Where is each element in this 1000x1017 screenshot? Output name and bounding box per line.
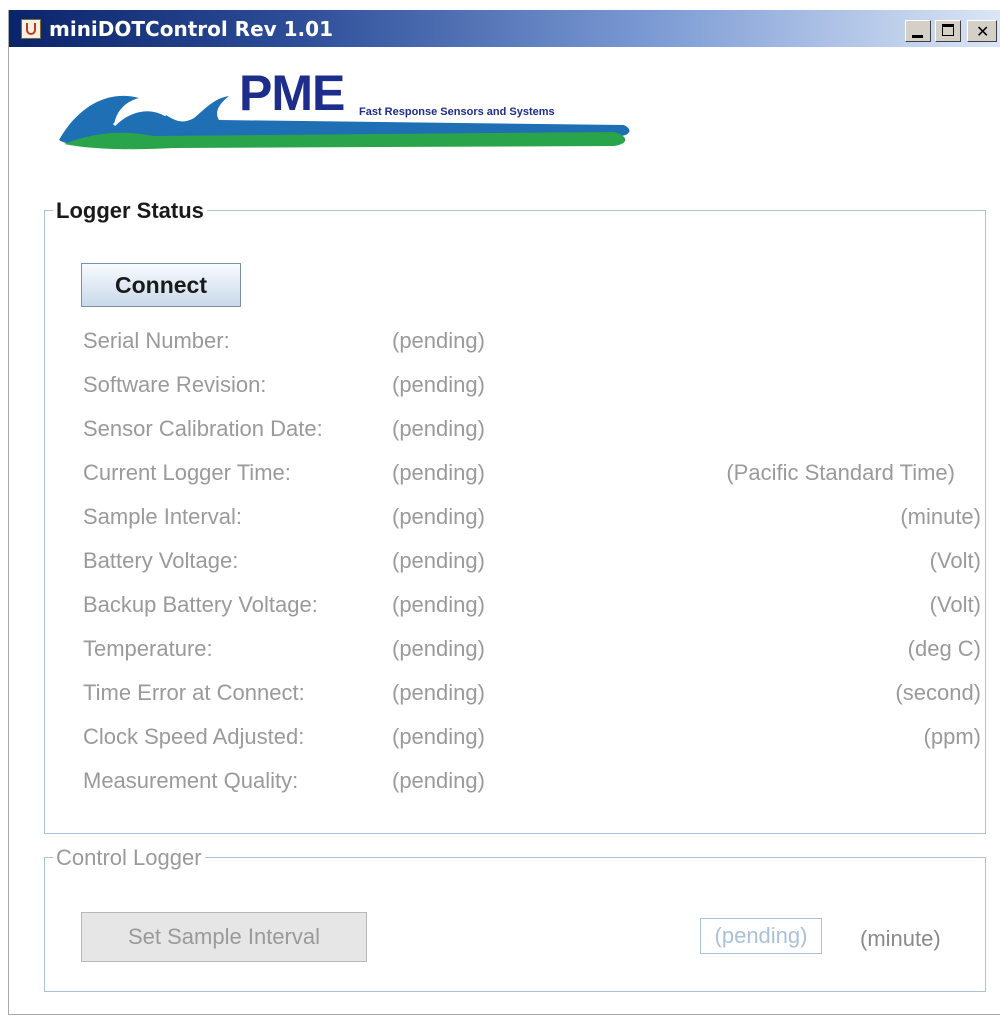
temperature-value: (pending) [392, 636, 485, 661]
clock-speed-adjusted-label: Clock Speed Adjusted: [83, 724, 305, 749]
title-bar[interactable]: miniDOTControl Rev 1.01 [9, 10, 1000, 47]
connect-button[interactable]: Connect [81, 263, 241, 307]
logo-tagline: Fast Response Sensors and Systems [359, 106, 555, 118]
window-title: miniDOTControl Rev 1.01 [49, 17, 333, 41]
pme-logo: PME Fast Response Sensors and Systems [54, 65, 644, 170]
control-logger-group: Control Logger Set Sample Interval (minu… [44, 845, 986, 992]
sample-interval-input[interactable] [700, 918, 822, 954]
backup-battery-voltage-label: Backup Battery Voltage: [83, 592, 318, 617]
time-error-value: (pending) [392, 680, 485, 705]
backup-battery-voltage-value: (pending) [392, 592, 485, 617]
backup-battery-voltage-unit: (Volt) [929, 592, 981, 617]
measurement-quality-value: (pending) [392, 768, 485, 793]
java-cup-icon[interactable] [21, 19, 41, 39]
software-revision-value: (pending) [392, 372, 485, 397]
close-button[interactable] [967, 20, 997, 42]
sensor-calibration-date-label: Sensor Calibration Date: [83, 416, 323, 441]
sensor-calibration-date-value: (pending) [392, 416, 485, 441]
current-logger-time-unit: (Pacific Standard Time) [726, 460, 955, 485]
current-logger-time-label: Current Logger Time: [83, 460, 291, 485]
set-sample-interval-button[interactable]: Set Sample Interval [81, 912, 367, 962]
clock-speed-adjusted-unit: (ppm) [923, 724, 981, 749]
battery-voltage-value: (pending) [392, 548, 485, 573]
logo-wordmark: PME [239, 65, 345, 121]
battery-voltage-label: Battery Voltage: [83, 548, 239, 573]
software-revision-label: Software Revision: [83, 372, 267, 397]
maximize-button[interactable] [935, 20, 961, 42]
logger-status-group: Logger Status Connect Serial Number: (pe… [44, 198, 986, 834]
current-logger-time-value: (pending) [392, 460, 485, 485]
sample-interval-label: Sample Interval: [83, 504, 242, 529]
interval-unit-label: (minute) [860, 926, 941, 951]
temperature-label: Temperature: [83, 636, 213, 661]
battery-voltage-unit: (Volt) [929, 548, 981, 573]
control-logger-title: Control Logger [53, 845, 205, 871]
logger-status-title: Logger Status [53, 198, 207, 224]
minimize-button[interactable] [905, 20, 931, 42]
sample-interval-value: (pending) [392, 504, 485, 529]
sample-interval-unit: (minute) [900, 504, 981, 529]
wave-logo-graphic [59, 95, 630, 150]
serial-number-label: Serial Number: [83, 328, 230, 353]
time-error-unit: (second) [895, 680, 981, 705]
measurement-quality-label: Measurement Quality: [83, 768, 299, 793]
temperature-unit: (deg C) [907, 636, 981, 661]
app-window: miniDOTControl Rev 1.01 PME Fast Respons… [8, 10, 1000, 1015]
serial-number-value: (pending) [392, 328, 485, 353]
time-error-label: Time Error at Connect: [83, 680, 305, 705]
clock-speed-adjusted-value: (pending) [392, 724, 485, 749]
